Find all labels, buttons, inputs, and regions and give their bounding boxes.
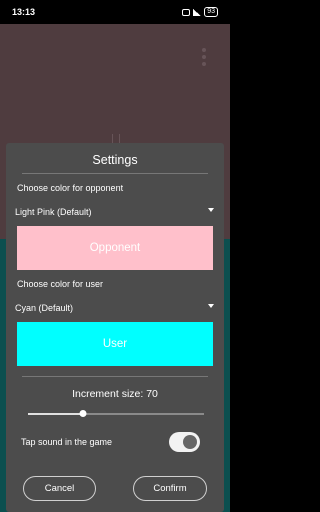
opponent-color-label: Choose color for opponent xyxy=(17,183,124,193)
dropdown-arrow-icon xyxy=(208,208,214,212)
status-bar: 13:13 93 xyxy=(0,0,230,24)
user-color-dropdown[interactable]: Cyan (Default) xyxy=(15,301,214,315)
dropdown-arrow-icon xyxy=(208,304,214,308)
opponent-color-value: Light Pink (Default) xyxy=(15,207,92,217)
box-icon xyxy=(182,8,191,16)
opponent-color-preview[interactable]: Opponent xyxy=(17,226,213,270)
signal-icon xyxy=(193,8,202,16)
user-color-value: Cyan (Default) xyxy=(15,303,74,313)
confirm-button[interactable]: Confirm xyxy=(133,476,207,501)
increment-slider[interactable] xyxy=(28,408,204,420)
tap-sound-label: Tap sound in the game xyxy=(21,437,113,447)
opponent-color-dropdown[interactable]: Light Pink (Default) xyxy=(15,205,214,219)
battery-icon: 93 xyxy=(204,7,218,17)
slider-fill xyxy=(28,413,83,415)
settings-dialog: Settings Choose color for opponent Light… xyxy=(6,143,224,512)
toggle-knob xyxy=(183,435,197,449)
section-divider xyxy=(22,376,208,377)
cancel-button[interactable]: Cancel xyxy=(23,476,96,501)
dialog-title: Settings xyxy=(92,153,138,167)
user-color-label: Choose color for user xyxy=(17,279,104,289)
title-divider xyxy=(22,173,208,174)
user-color-preview[interactable]: User xyxy=(17,322,213,366)
status-time: 13:13 xyxy=(12,7,36,17)
slider-thumb[interactable] xyxy=(79,410,87,417)
tap-sound-toggle[interactable] xyxy=(169,432,200,452)
increment-size-label: Increment size: 70 xyxy=(72,388,158,400)
status-icons: 93 xyxy=(182,7,218,17)
